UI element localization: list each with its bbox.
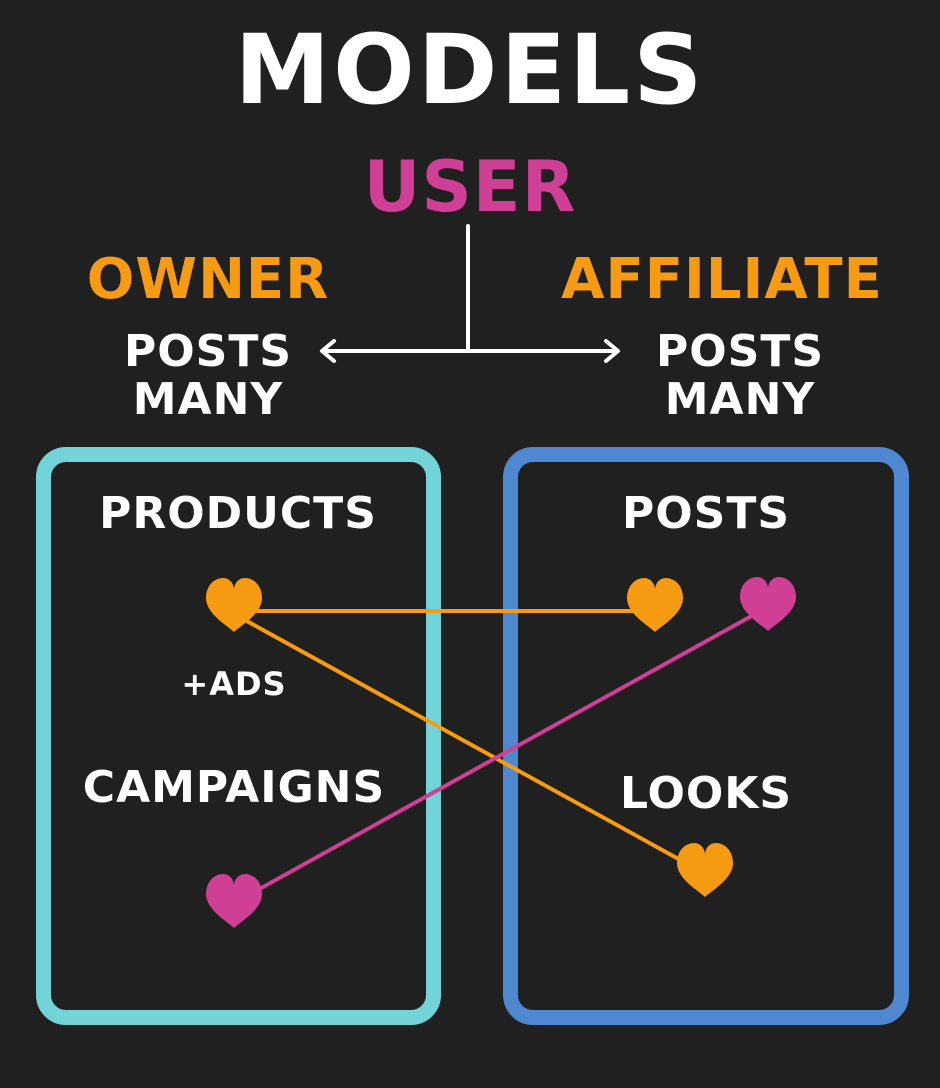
affiliate-relation-line2: MANY bbox=[664, 374, 816, 426]
owner-relation-line1: POSTS bbox=[123, 326, 293, 377]
owner-relation-label: POSTS MANY bbox=[123, 326, 293, 426]
page-title: MODELS bbox=[234, 14, 706, 126]
owner-role-label: OWNER bbox=[86, 247, 330, 312]
arrow-right-icon bbox=[604, 339, 620, 363]
posts-label: POSTS bbox=[621, 488, 791, 539]
campaigns-label: CAMPAIGNS bbox=[82, 762, 386, 813]
looks-label: LOOKS bbox=[619, 768, 793, 819]
products-label: PRODUCTS bbox=[99, 488, 377, 539]
affiliate-relation-line1: POSTS bbox=[655, 326, 825, 377]
owner-relation-line2: MANY bbox=[132, 374, 284, 426]
arrow-left-icon bbox=[320, 339, 336, 363]
ads-note-label: +ADS bbox=[181, 665, 287, 703]
affiliate-relation-label: POSTS MANY bbox=[655, 326, 825, 426]
affiliate-role-label: AFFILIATE bbox=[561, 247, 883, 312]
user-model-label: USER bbox=[363, 146, 577, 228]
